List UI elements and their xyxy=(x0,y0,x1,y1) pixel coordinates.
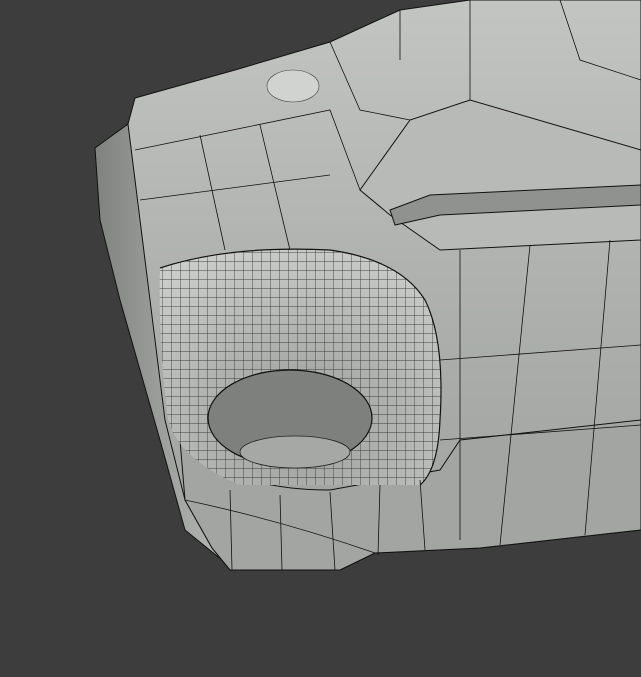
mesh-knob xyxy=(266,69,320,103)
3d-viewport[interactable] xyxy=(0,0,641,677)
mesh-hole-bottom xyxy=(239,435,351,469)
viewport-canvas[interactable] xyxy=(0,0,641,677)
